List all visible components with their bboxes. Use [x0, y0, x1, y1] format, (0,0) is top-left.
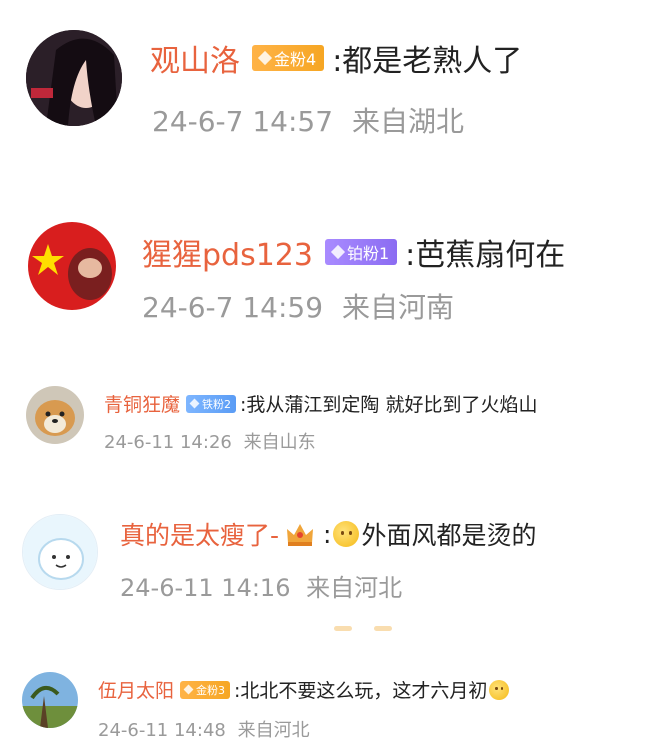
avatar-image	[26, 386, 84, 444]
comment-location: 来自湖北	[351, 105, 464, 138]
comment-location: 来自河南	[341, 291, 454, 324]
fan-badge[interactable]: 铂粉1	[324, 239, 398, 265]
avatar[interactable]	[28, 222, 116, 310]
comment-line: 伍月太阳 金粉3 :北北不要这么玩，这才六月初	[98, 676, 510, 703]
avatar-image	[22, 672, 78, 728]
comment-text: 外面风都是烫的	[361, 521, 537, 550]
comment-meta: 24-6-11 14:16 来自河北	[120, 568, 402, 603]
badge-gem-icon	[330, 244, 346, 260]
comment-time: 24-6-7 14:57	[152, 105, 334, 138]
avatar[interactable]	[26, 30, 122, 126]
username[interactable]: 真的是太瘦了-	[120, 516, 279, 552]
badge-gem-icon	[183, 684, 194, 695]
badge-label: 金粉3	[196, 683, 226, 697]
comment-time: 24-6-7 14:59	[142, 291, 324, 324]
comment-meta: 24-6-7 14:57 来自湖北	[152, 100, 464, 140]
username[interactable]: 伍月太阳	[98, 676, 174, 703]
comment-meta: 24-6-11 14:26 来自山东	[104, 428, 316, 454]
badge-label: 铂粉1	[346, 244, 390, 263]
comment-text-prefix: :	[323, 519, 332, 549]
comment-text: :北北不要这么玩，这才六月初	[234, 680, 488, 702]
crying-laughing-icon	[333, 521, 360, 547]
comment-location: 来自河北	[306, 574, 403, 602]
avatar-image	[28, 222, 116, 310]
comment-line: 青铜狂魔 铁粉2 :我从蒲江到定陶 就好比到了火焰山	[104, 390, 537, 417]
badge-label: 铁粉2	[202, 397, 232, 411]
badge-gem-icon	[257, 50, 273, 66]
cropped-content	[330, 626, 400, 632]
avatar-image	[26, 30, 122, 126]
username[interactable]: 青铜狂魔	[104, 390, 180, 417]
comment-line: 真的是太瘦了- : 外面风都是烫的	[120, 516, 536, 552]
comment-text: :都是老熟人了	[332, 44, 523, 79]
comment-text: :我从蒲江到定陶 就好比到了火焰山	[240, 394, 538, 416]
comment-item: 青铜狂魔 铁粉2 :我从蒲江到定陶 就好比到了火焰山 24-6-11 14:26…	[0, 372, 650, 482]
fan-badge[interactable]: 金粉3	[180, 680, 231, 699]
avatar-image	[23, 515, 97, 589]
fan-badge[interactable]: 金粉4	[252, 45, 325, 71]
badge-label: 金粉4	[274, 50, 317, 69]
avatar[interactable]	[26, 386, 84, 444]
fan-badge[interactable]: 铁粉2	[186, 394, 237, 413]
comment-location: 来自河北	[237, 720, 310, 741]
avatar[interactable]	[22, 514, 98, 590]
comment-text: :芭蕉扇何在	[405, 238, 566, 273]
comment-meta: 24-6-7 14:59 来自河南	[142, 286, 454, 326]
comment-location: 来自山东	[243, 432, 316, 453]
comment-item: 观山洛 金粉4 :都是老熟人了 24-6-7 14:57 来自湖北	[0, 0, 650, 150]
comment-item: 真的是太瘦了- : 外面风都是烫的 24-6-11 14:16 来自河北	[0, 500, 650, 620]
comment-meta: 24-6-11 14:48 来自河北	[98, 716, 310, 742]
comment-item: 猩猩pds123 铂粉1 :芭蕉扇何在 24-6-7 14:59 来自河南	[0, 200, 650, 340]
comment-time: 24-6-11 14:16	[120, 574, 291, 602]
crying-laughing-icon	[489, 679, 510, 700]
crown-icon	[285, 521, 315, 547]
badge-gem-icon	[189, 398, 200, 409]
username[interactable]: 猩猩pds123	[142, 230, 313, 274]
comment-item: 伍月太阳 金粉3 :北北不要这么玩，这才六月初 24-6-11 14:48 来自…	[0, 660, 650, 756]
avatar[interactable]	[22, 672, 78, 728]
comment-line: 猩猩pds123 铂粉1 :芭蕉扇何在	[142, 230, 565, 274]
username[interactable]: 观山洛	[150, 36, 240, 80]
comment-time: 24-6-11 14:48	[98, 720, 226, 741]
comment-time: 24-6-11 14:26	[104, 432, 232, 453]
comment-line: 观山洛 金粉4 :都是老熟人了	[150, 36, 522, 80]
